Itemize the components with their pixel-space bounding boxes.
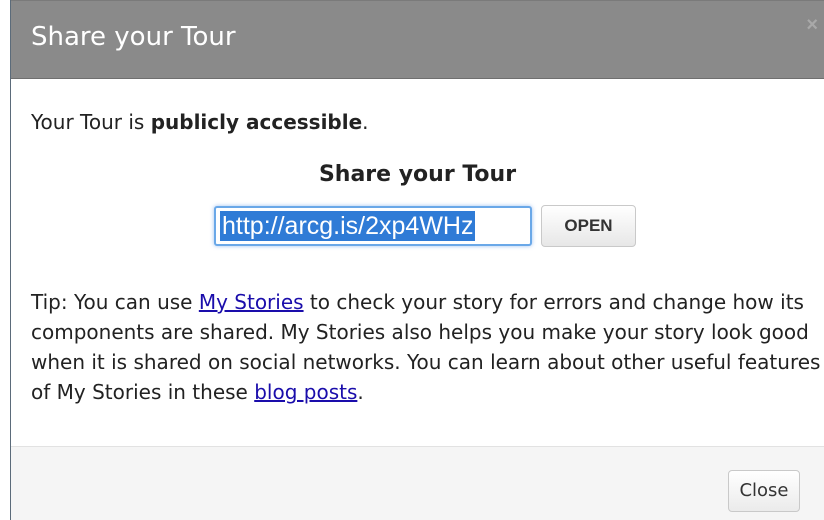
open-button[interactable]: OPEN [541, 205, 636, 247]
share-heading: Share your Tour [318, 162, 517, 187]
access-status: publicly accessible [150, 110, 363, 134]
tip-part1: Tip: You can use [31, 290, 199, 314]
close-icon[interactable]: × [806, 15, 818, 35]
dialog-title: Share your Tour [31, 22, 236, 52]
access-status-text: Your Tour is publicly accessible. [31, 110, 369, 134]
share-url-text: http://arcg.is/2xp4WHz [220, 211, 476, 241]
close-button[interactable]: Close [728, 470, 800, 512]
access-prefix: Your Tour is [31, 110, 151, 134]
tip-part3: . [357, 380, 364, 404]
share-dialog: Share your Tour × Your Tour is publicly … [10, 0, 824, 520]
dialog-header: Share your Tour × [11, 0, 824, 79]
blog-posts-link[interactable]: blog posts [254, 380, 357, 404]
share-url-input[interactable]: http://arcg.is/2xp4WHz [214, 206, 532, 246]
my-stories-link[interactable]: My Stories [199, 290, 304, 314]
tip-text: Tip: You can use My Stories to check you… [31, 287, 821, 407]
dialog-footer: Close [11, 446, 824, 520]
access-suffix: . [362, 110, 369, 134]
